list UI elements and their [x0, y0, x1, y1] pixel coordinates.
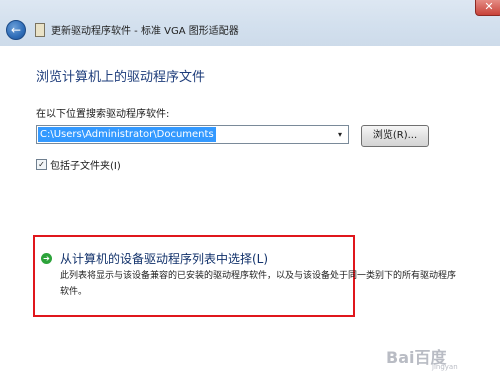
path-input-value[interactable]: C:\Users\Administrator\Documents	[38, 127, 216, 142]
title-bar: ← 更新驱动程序软件 - 标准 VGA 图形适配器 ✕	[0, 0, 500, 46]
pick-from-list-link[interactable]: 从计算机的设备驱动程序列表中选择(L)	[60, 250, 268, 267]
window-title: 更新驱动程序软件 - 标准 VGA 图形适配器	[51, 26, 239, 37]
pick-from-list-description: 此列表将显示与该设备兼容的已安装的驱动程序软件，以及与该设备处于同一类别下的所有…	[60, 271, 457, 297]
device-icon	[35, 23, 45, 37]
back-button[interactable]: ←	[6, 20, 26, 40]
browse-button[interactable]: 浏览(R)...	[361, 125, 429, 147]
wizard-content: 浏览计算机上的驱动程序文件 在以下位置搜索驱动程序软件: C:\Users\Ad…	[0, 46, 500, 371]
back-arrow-icon: ←	[10, 23, 22, 37]
close-icon: ✕	[484, 0, 494, 13]
close-button[interactable]: ✕	[475, 0, 500, 16]
green-arrow-icon: ➔	[41, 253, 52, 264]
path-combobox[interactable]: C:\Users\Administrator\Documents ▾	[36, 125, 349, 144]
page-title: 浏览计算机上的驱动程序文件	[36, 70, 206, 85]
include-subfolders-checkbox[interactable]: ✓	[36, 159, 47, 170]
watermark-subtext: jingyan	[432, 363, 458, 371]
chevron-down-icon[interactable]: ▾	[333, 127, 347, 142]
include-subfolders-label[interactable]: 包括子文件夹(I)	[50, 161, 121, 172]
search-location-label: 在以下位置搜索驱动程序软件:	[36, 109, 170, 120]
include-subfolders-option[interactable]: ✓ 包括子文件夹(I)	[36, 157, 121, 172]
